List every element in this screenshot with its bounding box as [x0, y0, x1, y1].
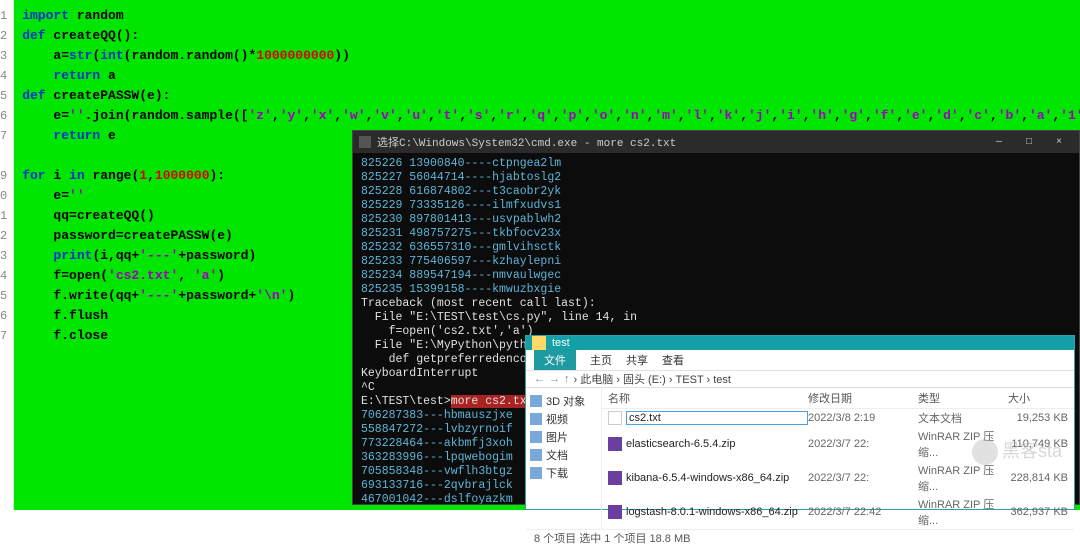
explorer-titlebar[interactable]: test	[526, 336, 1074, 350]
col-大小[interactable]: 大小	[1008, 390, 1068, 406]
file-row[interactable]: cs2.txt2022/3/8 2:19文本文档19,253 KB	[602, 409, 1074, 427]
zip-file-icon	[608, 437, 622, 451]
file-name: kibana-6.5.4-windows-x86_64.zip	[626, 472, 808, 484]
sidebar-item-video[interactable]: 视频	[530, 410, 597, 428]
explorer-title: test	[552, 337, 570, 349]
breadcrumb[interactable]: › 此电脑 › 固头 (E:) › TEST › test	[574, 371, 731, 387]
sidebar-item-image[interactable]: 图片	[530, 428, 597, 446]
explorer-ribbon: 文件主页共享查看	[526, 350, 1074, 371]
file-row[interactable]: logstash-8.0.1-windows-x86_64.zip2022/3/…	[602, 495, 1074, 529]
sidebar-item-cube[interactable]: 3D 对象	[530, 392, 597, 410]
line-gutter: 1234567901234567	[0, 0, 14, 510]
col-名称[interactable]: 名称	[608, 390, 808, 406]
zip-file-icon	[608, 471, 622, 485]
menu-共享[interactable]: 共享	[626, 352, 648, 368]
cmd-title-text: 选择C:\Windows\System32\cmd.exe - more cs2…	[377, 134, 676, 150]
nav-up-icon[interactable]: ↑	[564, 373, 570, 385]
video-icon	[530, 413, 542, 425]
menu-文件[interactable]: 文件	[534, 350, 576, 370]
cmd-titlebar[interactable]: 选择C:\Windows\System32\cmd.exe - more cs2…	[353, 131, 1079, 153]
nav-back-icon[interactable]: ←	[534, 373, 545, 385]
window-controls: — □ ×	[985, 133, 1073, 151]
sidebar-item-download[interactable]: 下载	[530, 464, 597, 482]
cmd-icon	[359, 136, 371, 148]
sidebar-item-doc[interactable]: 文档	[530, 446, 597, 464]
col-修改日期[interactable]: 修改日期	[808, 390, 918, 406]
menu-查看[interactable]: 查看	[662, 352, 684, 368]
file-name: elasticsearch-6.5.4.zip	[626, 438, 808, 450]
txt-file-icon	[608, 411, 622, 425]
file-name: logstash-8.0.1-windows-x86_64.zip	[626, 506, 808, 518]
explorer-window: test 文件主页共享查看 ← → ↑ › 此电脑 › 固头 (E:) › TE…	[525, 335, 1075, 510]
close-button[interactable]: ×	[1045, 133, 1073, 151]
explorer-sidebar: 3D 对象视频图片文档下载	[526, 388, 602, 529]
file-row[interactable]: kibana-6.5.4-windows-x86_64.zip2022/3/7 …	[602, 461, 1074, 495]
maximize-button[interactable]: □	[1015, 133, 1043, 151]
zip-file-icon	[608, 505, 622, 519]
download-icon	[530, 467, 542, 479]
cube-icon	[530, 395, 542, 407]
minimize-button[interactable]: —	[985, 133, 1013, 151]
file-name: cs2.txt	[626, 411, 808, 425]
explorer-statusbar: 8 个项目 选中 1 个项目 18.8 MB	[526, 529, 1074, 546]
explorer-filelist: 名称修改日期类型大小 cs2.txt2022/3/8 2:19文本文档19,25…	[602, 388, 1074, 529]
col-类型[interactable]: 类型	[918, 390, 1008, 406]
folder-icon	[532, 336, 546, 350]
nav-forward-icon[interactable]: →	[549, 373, 560, 385]
menu-主页[interactable]: 主页	[590, 352, 612, 368]
doc-icon	[530, 449, 542, 461]
explorer-addressbar[interactable]: ← → ↑ › 此电脑 › 固头 (E:) › TEST › test	[526, 371, 1074, 388]
column-headers[interactable]: 名称修改日期类型大小	[602, 388, 1074, 409]
image-icon	[530, 431, 542, 443]
file-row[interactable]: elasticsearch-6.5.4.zip2022/3/7 22:WinRA…	[602, 427, 1074, 461]
